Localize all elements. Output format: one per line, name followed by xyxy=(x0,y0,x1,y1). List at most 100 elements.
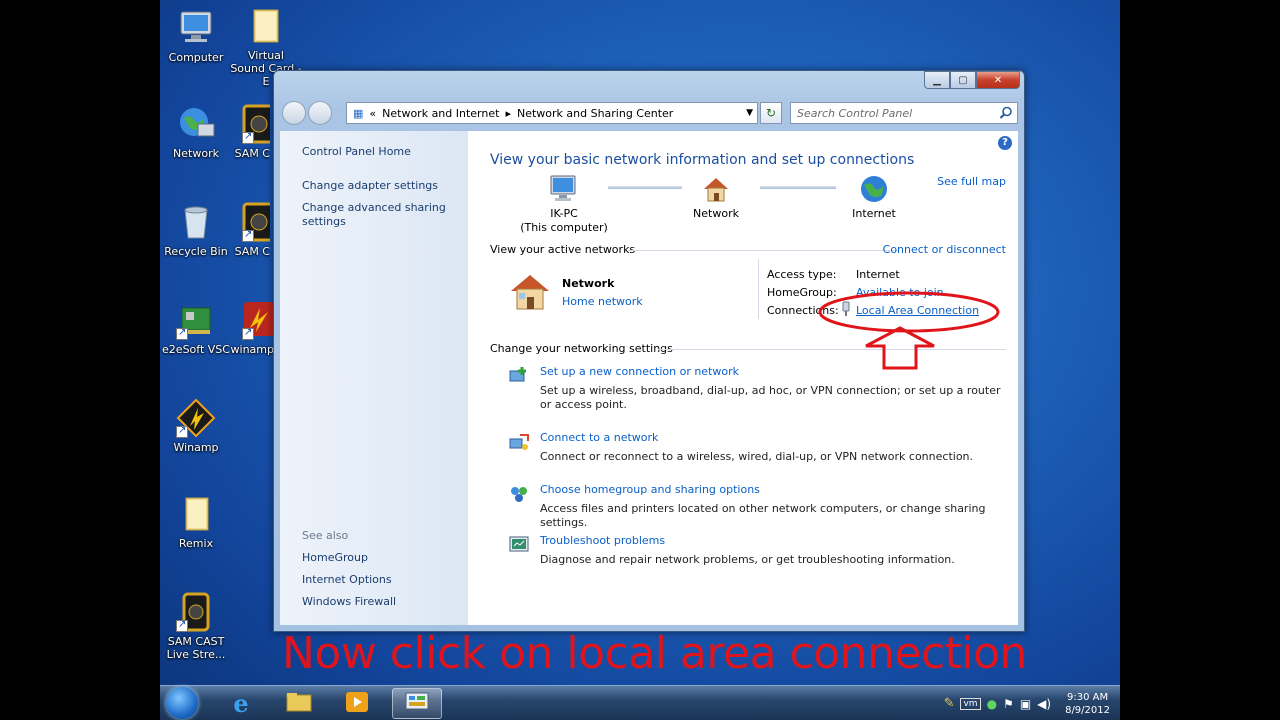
clock-date: 8/9/2012 xyxy=(1065,704,1110,716)
left-nav: Control Panel Home Change adapter settin… xyxy=(280,131,468,625)
breadcrumb-network-and-internet[interactable]: Network and Internet xyxy=(376,107,505,120)
maximize-button[interactable]: ▢ xyxy=(950,71,976,89)
desktop-icon-label: SAM CAST Live Stre... xyxy=(166,635,226,661)
winamp-bolt-icon xyxy=(176,398,216,438)
access-type-value: Internet xyxy=(856,268,900,281)
home-network-icon xyxy=(508,269,552,313)
tray-vm-icon[interactable]: vm xyxy=(960,697,981,710)
map-node-internet[interactable]: Internet xyxy=(834,173,914,221)
new-connection-icon xyxy=(508,365,530,387)
page-title: View your basic network information and … xyxy=(490,152,915,168)
highlight-annotation xyxy=(818,291,1000,370)
troubleshoot-icon xyxy=(508,534,530,556)
desktop-icon-sam-cast[interactable]: SAM CAST Live Stre... xyxy=(160,592,232,661)
active-network-name: Network xyxy=(562,277,615,290)
computer-icon xyxy=(176,8,216,48)
close-button[interactable]: ✕ xyxy=(976,71,1020,89)
tutorial-caption: Now click on local area connection xyxy=(282,628,1027,679)
home-network-link[interactable]: Home network xyxy=(562,295,643,308)
divider xyxy=(628,250,898,251)
forward-button[interactable] xyxy=(308,101,332,125)
house-icon xyxy=(700,173,732,205)
task-troubleshoot[interactable]: Troubleshoot problems Diagnose and repai… xyxy=(508,534,988,568)
map-internet-label: Internet xyxy=(852,207,896,220)
desktop-icon-recycle-bin[interactable]: Recycle Bin xyxy=(160,202,232,258)
nav-windows-firewall[interactable]: Windows Firewall xyxy=(302,595,396,609)
address-dropdown-icon[interactable]: ▼ xyxy=(746,108,757,118)
taskbar-media-player[interactable] xyxy=(332,688,382,719)
desktop-icon-label: e2eSoft VSC xyxy=(162,343,230,356)
desktop-icon-network[interactable]: Network xyxy=(160,104,232,160)
nav-change-advanced-sharing[interactable]: Change advanced sharing settings xyxy=(302,201,452,229)
access-type-label: Access type: xyxy=(767,268,837,281)
taskbar-explorer[interactable] xyxy=(274,688,324,719)
taskbar-control-panel[interactable] xyxy=(392,688,442,719)
desktop-icon-winamp[interactable]: Winamp xyxy=(160,398,232,454)
desktop-icon-winamp-shortcut[interactable]: winamp xyxy=(230,300,274,356)
desktop-icon-computer[interactable]: Computer xyxy=(160,8,232,64)
window-controls: ▁ ▢ ✕ xyxy=(924,71,1020,89)
system-tray: ✎ vm ● ⚑ ▣ ◀) 9:30 AM 8/9/2012 xyxy=(944,688,1110,719)
task-title[interactable]: Set up a new connection or network xyxy=(540,365,739,378)
start-button[interactable] xyxy=(166,687,198,719)
map-network-label: Network xyxy=(693,207,739,220)
task-description: Diagnose and repair network problems, or… xyxy=(540,553,955,566)
tray-volume-icon[interactable]: ◀) xyxy=(1037,697,1051,711)
network-globe-icon xyxy=(176,104,216,144)
desktop-icon-label: Winamp xyxy=(173,441,219,454)
desktop: Computer Virtual Sound Card - E Network … xyxy=(160,0,1120,720)
task-title[interactable]: Choose homegroup and sharing options xyxy=(540,483,760,496)
desktop-icon-label: Computer xyxy=(168,51,224,64)
control-panel-icon: ▦ xyxy=(353,106,364,120)
search-input[interactable]: Search Control Panel xyxy=(790,102,1018,124)
task-description: Access files and printers located on oth… xyxy=(540,502,986,529)
taskbar-internet-explorer[interactable]: e xyxy=(216,688,266,719)
internet-explorer-icon: e xyxy=(233,689,249,718)
nav-internet-options[interactable]: Internet Options xyxy=(302,573,392,587)
tray-pen-icon[interactable]: ✎ xyxy=(944,696,955,711)
address-bar[interactable]: ▦ « Network and Internet ▸ Network and S… xyxy=(346,102,758,124)
winamp-icon xyxy=(242,300,274,340)
connect-or-disconnect-link[interactable]: Connect or disconnect xyxy=(883,243,1006,256)
task-title[interactable]: Troubleshoot problems xyxy=(540,534,665,547)
highlight-arrow xyxy=(865,326,935,370)
search-icon[interactable] xyxy=(999,106,1013,120)
desktop-icon-remix[interactable]: Remix xyxy=(160,494,232,550)
homegroup-icon xyxy=(508,483,530,505)
desktop-icon-label: Network xyxy=(173,147,219,160)
address-overflow[interactable]: « xyxy=(369,107,376,120)
map-node-this-computer[interactable]: IK-PC (This computer) xyxy=(514,173,614,235)
control-panel-icon xyxy=(403,690,431,718)
active-networks-heading: View your active networks xyxy=(490,243,636,256)
desktop-icon-e2esoft-vsc[interactable]: e2eSoft VSC xyxy=(160,300,232,356)
task-description: Connect or reconnect to a wireless, wire… xyxy=(540,450,974,463)
clock[interactable]: 9:30 AM 8/9/2012 xyxy=(1065,691,1110,717)
see-full-map-link[interactable]: See full map xyxy=(937,175,1006,188)
media-player-icon xyxy=(344,690,370,718)
desktop-icon-sam-c-2[interactable]: SAM C xyxy=(230,202,270,258)
desktop-icon-label: winamp xyxy=(230,343,274,356)
tray-network-icon[interactable]: ▣ xyxy=(1020,697,1031,711)
map-connector xyxy=(608,186,682,189)
nav-homegroup[interactable]: HomeGroup xyxy=(302,551,368,565)
breadcrumb-network-and-sharing-center[interactable]: Network and Sharing Center xyxy=(511,107,679,120)
minimize-button[interactable]: ▁ xyxy=(924,71,950,89)
sam-cast-icon xyxy=(242,202,270,242)
map-node-network[interactable]: Network xyxy=(676,173,756,221)
sound-card-icon xyxy=(176,300,216,340)
desktop-icon-label: SAM C xyxy=(234,245,270,258)
nav-control-panel-home[interactable]: Control Panel Home xyxy=(302,145,411,159)
tray-flag-icon[interactable]: ⚑ xyxy=(1003,697,1014,711)
back-button[interactable] xyxy=(282,101,306,125)
map-pc-name: IK-PC xyxy=(550,207,578,220)
task-homegroup-sharing[interactable]: Choose homegroup and sharing options Acc… xyxy=(508,483,988,529)
task-connect-network[interactable]: Connect to a network Connect or reconnec… xyxy=(508,431,988,465)
desktop-icon-sam-c-1[interactable]: SAM C xyxy=(230,104,270,160)
task-title[interactable]: Connect to a network xyxy=(540,431,658,444)
help-icon[interactable]: ? xyxy=(998,136,1012,150)
refresh-button[interactable]: ↻ xyxy=(760,102,782,124)
nav-change-adapter-settings[interactable]: Change adapter settings xyxy=(302,179,438,193)
see-also-heading: See also xyxy=(302,529,349,542)
tray-shield-icon[interactable]: ● xyxy=(987,697,997,711)
search-placeholder: Search Control Panel xyxy=(797,107,913,120)
